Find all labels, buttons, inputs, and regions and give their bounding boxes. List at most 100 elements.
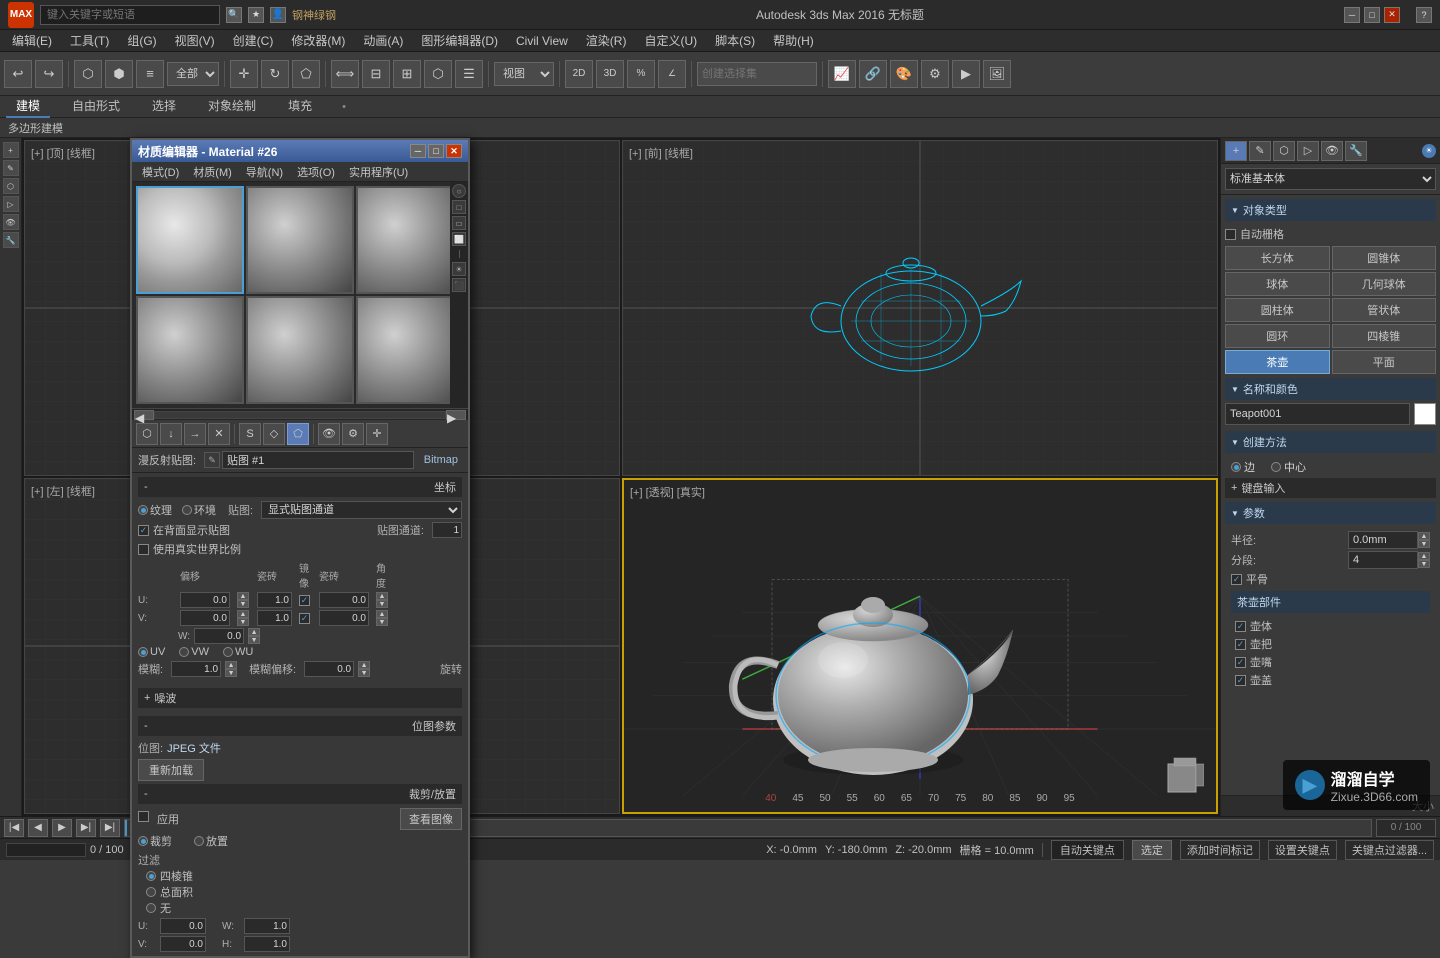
right-tab-display[interactable]: 👁 [1321, 141, 1343, 161]
menu-modifiers[interactable]: 修改器(M) [283, 30, 353, 51]
v-angle-down[interactable]: ▼ [376, 618, 388, 626]
bitmap-channel-input[interactable] [432, 522, 462, 538]
mat-menu-mode[interactable]: 模式(D) [136, 163, 185, 181]
blur-offset-down[interactable]: ▼ [358, 669, 370, 677]
filter-none-radio[interactable] [146, 903, 156, 913]
mat-plane-icon[interactable]: ⬜ [452, 232, 466, 246]
menu-tools[interactable]: 工具(T) [62, 30, 117, 51]
primitives-type-select[interactable]: 标准基本体 扩展基本体 [1225, 168, 1436, 190]
menu-help[interactable]: 帮助(H) [765, 30, 822, 51]
texture-radio[interactable] [138, 505, 148, 515]
menu-civil-view[interactable]: Civil View [508, 32, 576, 50]
tab-modeling[interactable]: 建模 [6, 95, 50, 118]
blur-down[interactable]: ▼ [225, 669, 237, 677]
u-angle-field[interactable] [319, 592, 369, 608]
snap-percent-btn[interactable]: % [627, 60, 655, 88]
move-btn[interactable]: ✛ [230, 60, 258, 88]
blur-field[interactable] [171, 661, 221, 677]
v-offset-down[interactable]: ▼ [237, 618, 249, 626]
add-time-btn[interactable]: 添加时间标记 [1180, 840, 1260, 860]
help-btn[interactable]: ? [1416, 7, 1432, 23]
render-frame-btn[interactable]: 🖼 [983, 60, 1011, 88]
layer-dropdown[interactable]: 全部 [167, 62, 219, 86]
mat-pick-btn[interactable]: ✛ [366, 423, 388, 445]
coords-header[interactable]: - 坐标 [138, 477, 462, 497]
mat-sample-3[interactable] [356, 186, 464, 294]
display-panel-btn[interactable]: 👁 [3, 214, 19, 230]
mat-light-icon[interactable]: ☀ [452, 262, 466, 276]
tab-selection[interactable]: 选择 [142, 95, 186, 118]
mat-close-btn[interactable]: ✕ [446, 144, 462, 158]
mat-hscrollbar[interactable]: ◀ ▶ [132, 408, 468, 420]
motion-panel-btn[interactable]: ▷ [3, 196, 19, 212]
menu-create[interactable]: 创建(C) [225, 30, 282, 51]
auto-key-btn[interactable]: 自动关键点 [1051, 840, 1124, 860]
tab-freeform[interactable]: 自由形式 [62, 95, 130, 118]
shape-sphere[interactable]: 球体 [1225, 272, 1330, 296]
mat-bg-icon[interactable]: ⬛ [452, 278, 466, 292]
vw-radio[interactable] [179, 647, 189, 657]
u-tile-checkbox[interactable] [299, 595, 310, 606]
menu-view[interactable]: 视图(V) [167, 30, 223, 51]
v-tile-field[interactable] [257, 610, 292, 626]
anim-play-btn[interactable]: ▶ [52, 819, 72, 837]
tab-object-paint[interactable]: 对象绘制 [198, 95, 266, 118]
search-input[interactable] [40, 5, 220, 25]
u-angle-up[interactable]: ▲ [376, 592, 388, 600]
utility-panel-btn[interactable]: 🔧 [3, 232, 19, 248]
mat-standard-btn[interactable]: S [239, 423, 261, 445]
mat-put-material-btn[interactable]: ↓ [160, 423, 182, 445]
u-angle-down[interactable]: ▼ [376, 600, 388, 608]
view-image-btn[interactable]: 查看图像 [400, 808, 462, 830]
object-name-field[interactable] [1225, 403, 1410, 425]
object-type-header[interactable]: ▼ 对象类型 [1225, 199, 1436, 221]
mat-show-map-btn[interactable]: ⬠ [287, 423, 309, 445]
object-color-swatch[interactable] [1414, 403, 1436, 425]
menu-group[interactable]: 组(G) [119, 30, 164, 51]
tab-populate[interactable]: 填充 [278, 95, 322, 118]
viewport-bottom-right[interactable]: [+] [透视] [真实] [622, 478, 1218, 814]
map-channel-select[interactable]: 显式贴图通道 顶点颜色通道 [261, 501, 462, 519]
params-header[interactable]: ▼ 参数 [1225, 502, 1436, 524]
mat-sample-4[interactable] [136, 296, 244, 404]
snap-2d-btn[interactable]: 2D [565, 60, 593, 88]
mat-reset-btn[interactable]: ✕ [208, 423, 230, 445]
texture-radio-label[interactable]: 纹理 [138, 502, 172, 518]
noise-header[interactable]: + 噪波 [138, 688, 462, 708]
mat-editor-btn[interactable]: 🎨 [890, 60, 918, 88]
apply-checkbox[interactable] [138, 811, 149, 822]
quick-render-btn[interactable]: ▶ [952, 60, 980, 88]
select-obj-btn[interactable]: ⬡ [74, 60, 102, 88]
anim-next-btn[interactable]: ▶| [76, 819, 96, 837]
mat-get-material-btn[interactable]: ⬡ [136, 423, 158, 445]
segments-down[interactable]: ▼ [1418, 560, 1430, 568]
maximize-btn[interactable]: □ [1364, 7, 1380, 23]
mat-box-icon[interactable]: □ [452, 200, 466, 214]
shape-tube[interactable]: 管状体 [1332, 298, 1437, 322]
filter-area-radio[interactable] [146, 887, 156, 897]
shape-torus[interactable]: 圆环 [1225, 324, 1330, 348]
radius-field[interactable] [1348, 531, 1418, 549]
create-panel-btn[interactable]: + [3, 142, 19, 158]
right-tab-hierarchy[interactable]: ⬡ [1273, 141, 1295, 161]
mat-menu-nav[interactable]: 导航(N) [240, 163, 289, 181]
h-crop-field[interactable] [244, 936, 290, 952]
mat-menu-options[interactable]: 选项(O) [291, 163, 341, 181]
ungroup-btn[interactable]: ☰ [455, 60, 483, 88]
u-crop-field[interactable] [160, 918, 206, 934]
blur-offset-field[interactable] [304, 661, 354, 677]
hierarchy-panel-btn[interactable]: ⬡ [3, 178, 19, 194]
segments-field[interactable] [1348, 551, 1418, 569]
mat-options-btn[interactable]: ⚙ [342, 423, 364, 445]
mat-sphere-icon[interactable]: ○ [452, 184, 466, 198]
anim-start-btn[interactable]: |◀ [4, 819, 24, 837]
select-region-btn[interactable]: ≡ [136, 60, 164, 88]
redo-btn[interactable]: ↪ [35, 60, 63, 88]
real-world-checkbox[interactable] [138, 544, 149, 555]
part-spout-checkbox[interactable] [1235, 657, 1246, 668]
wu-radio-label[interactable]: WU [223, 646, 253, 658]
segments-up[interactable]: ▲ [1418, 552, 1430, 560]
key-filter-btn[interactable]: 关键点过滤器... [1345, 840, 1434, 860]
crop-place-header[interactable]: - 裁剪/放置 [138, 784, 462, 804]
part-body-checkbox[interactable] [1235, 621, 1246, 632]
